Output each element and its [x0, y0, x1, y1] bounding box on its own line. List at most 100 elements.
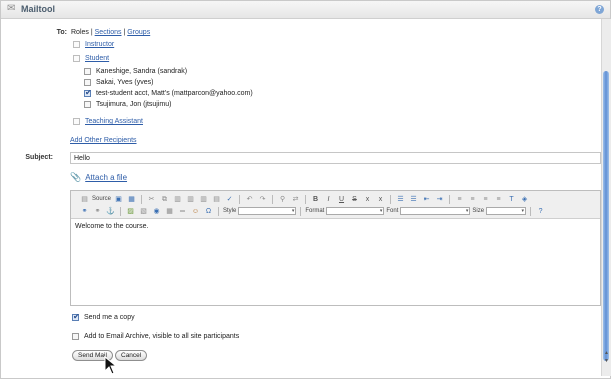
bold-icon[interactable]: B [310, 194, 321, 205]
ta-link[interactable]: Teaching Assistant [85, 118, 143, 125]
indent-icon[interactable]: ⇥ [434, 194, 445, 205]
recipient-checkbox[interactable] [84, 79, 91, 86]
toolbar-separator [120, 206, 121, 216]
recipient-label: Tsujimura, Jon (jtsujimu) [96, 101, 172, 108]
style-dropdown[interactable]: ▾ [238, 207, 297, 215]
unordered-list-icon[interactable]: ☰ [408, 194, 419, 205]
add-other-recipients-link[interactable]: Add Other Recipients [70, 137, 137, 144]
font-label: Font [386, 208, 399, 214]
recipient-tabs: Roles | Sections | Groups [71, 29, 150, 36]
bg-color-icon[interactable]: ◈ [519, 194, 530, 205]
recipient-row: Sakai, Yves (yves) [84, 79, 153, 86]
align-center-icon[interactable]: ≡ [467, 194, 478, 205]
scrollbar-thumb[interactable] [603, 71, 609, 361]
image-icon[interactable]: ▨ [125, 206, 136, 217]
subject-label: Subject: [25, 154, 53, 161]
paste-icon[interactable]: ▥ [172, 194, 183, 205]
find-icon[interactable]: ⚲ [277, 194, 288, 205]
attach-file-link[interactable]: Attach a file [85, 173, 127, 182]
recipient-checkbox[interactable] [84, 68, 91, 75]
editor-content[interactable]: Welcome to the course. [75, 223, 148, 230]
style-label: Style [223, 208, 237, 214]
align-left-icon[interactable]: ≡ [454, 194, 465, 205]
size-label: Size [472, 208, 485, 214]
recipient-checkbox[interactable] [84, 101, 91, 108]
recipient-label: Kaneshige, Sandra (sandrak) [96, 68, 188, 75]
instructor-checkbox[interactable] [73, 41, 80, 48]
flash-icon[interactable]: ▧ [138, 206, 149, 217]
smiley-icon[interactable]: ☺ [190, 206, 201, 217]
unlink-icon[interactable]: ⚭ [92, 206, 103, 217]
ta-checkbox[interactable] [73, 118, 80, 125]
preview-icon[interactable]: ▣ [113, 194, 124, 205]
paperclip-icon: 📎 [70, 172, 82, 182]
student-checkbox[interactable] [73, 55, 80, 62]
redo-icon[interactable]: ↷ [257, 194, 268, 205]
tab-groups[interactable]: Groups [127, 29, 150, 36]
outdent-icon[interactable]: ⇤ [421, 194, 432, 205]
recipient-checkbox[interactable] [84, 88, 92, 97]
toolbar-separator [272, 194, 274, 204]
paste-text-icon[interactable]: ▥ [185, 194, 196, 205]
help-icon[interactable]: ? [595, 5, 604, 14]
recipient-label: test-student acct, Matt's (mattparcon@ya… [96, 90, 253, 97]
vertical-scrollbar[interactable]: ▲ ▼ [601, 19, 611, 376]
paste-word-icon[interactable]: ▥ [198, 194, 209, 205]
justify-icon[interactable]: ≡ [493, 194, 504, 205]
link-icon[interactable]: ⚭ [79, 206, 90, 217]
archive-option: Add to Email Archive, visible to all sit… [72, 333, 239, 340]
cut-icon[interactable]: ✂ [146, 194, 157, 205]
recipient-label: Sakai, Yves (yves) [96, 79, 154, 86]
ordered-list-icon[interactable]: ☰ [395, 194, 406, 205]
scroll-down-arrow[interactable]: ▼ [603, 358, 610, 364]
print-icon[interactable]: ▤ [211, 194, 222, 205]
to-label: To: [56, 29, 67, 36]
scroll-up-arrow[interactable]: ▲ [603, 350, 610, 356]
send-copy-label: Send me a copy [84, 314, 135, 321]
role-teaching-assistant: Teaching Assistant [73, 118, 143, 125]
subject-input[interactable]: Hello [70, 152, 601, 164]
tab-sections[interactable]: Sections [95, 29, 122, 36]
attach-row: 📎 Attach a file [70, 172, 127, 183]
superscript-icon[interactable]: x [375, 194, 386, 205]
replace-icon[interactable]: ⇄ [290, 194, 301, 205]
media-icon[interactable]: ◉ [151, 206, 162, 217]
spellcheck-icon[interactable]: ✓ [224, 194, 235, 205]
special-char-icon[interactable]: Ω [203, 206, 214, 217]
student-link[interactable]: Student [85, 55, 109, 62]
size-dropdown[interactable]: ▾ [486, 207, 527, 215]
tab-roles[interactable]: Roles [71, 29, 89, 36]
instructor-link[interactable]: Instructor [85, 41, 114, 48]
add-recipients-row: Add Other Recipients [70, 137, 137, 144]
role-instructor: Instructor [73, 41, 114, 48]
strike-icon[interactable]: S [349, 194, 360, 205]
send-copy-checkbox[interactable] [72, 312, 80, 321]
underline-icon[interactable]: U [336, 194, 347, 205]
mouse-cursor-icon [104, 356, 118, 375]
window-title: Mailtool [21, 4, 55, 14]
tab-separator: | [123, 29, 126, 36]
align-right-icon[interactable]: ≡ [480, 194, 491, 205]
table-icon[interactable]: ▦ [164, 206, 175, 217]
text-color-icon[interactable]: T [506, 194, 517, 205]
recipient-row: Kaneshige, Sandra (sandrak) [84, 68, 187, 75]
copy-icon[interactable]: ⧉ [159, 194, 170, 205]
horizontal-rule-icon[interactable]: ═ [177, 206, 188, 217]
about-icon[interactable]: ? [535, 206, 546, 217]
undo-icon[interactable]: ↶ [244, 194, 255, 205]
source-icon[interactable]: ▤ [79, 194, 90, 205]
recipient-row: test-student acct, Matt's (mattparcon@ya… [84, 88, 253, 97]
toolbar-row-2: ⚭ ⚭ ⚓ ▨ ▧ ◉ ▦ ═ ☺ Ω Style ▾ Format ▾ Fon… [79, 205, 546, 217]
anchor-icon[interactable]: ⚓ [105, 206, 116, 217]
toolbar-separator [390, 194, 392, 204]
source-button[interactable]: Source [92, 196, 111, 202]
title-bar: ✉ Mailtool ? [1, 1, 610, 19]
subscript-icon[interactable]: x [362, 194, 373, 205]
archive-checkbox[interactable] [72, 333, 79, 340]
templates-icon[interactable]: ▦ [126, 194, 137, 205]
font-dropdown[interactable]: ▾ [400, 207, 471, 215]
italic-icon[interactable]: I [323, 194, 334, 205]
format-dropdown[interactable]: ▾ [326, 207, 385, 215]
role-student: Student [73, 55, 109, 62]
archive-label: Add to Email Archive, visible to all sit… [84, 333, 240, 340]
